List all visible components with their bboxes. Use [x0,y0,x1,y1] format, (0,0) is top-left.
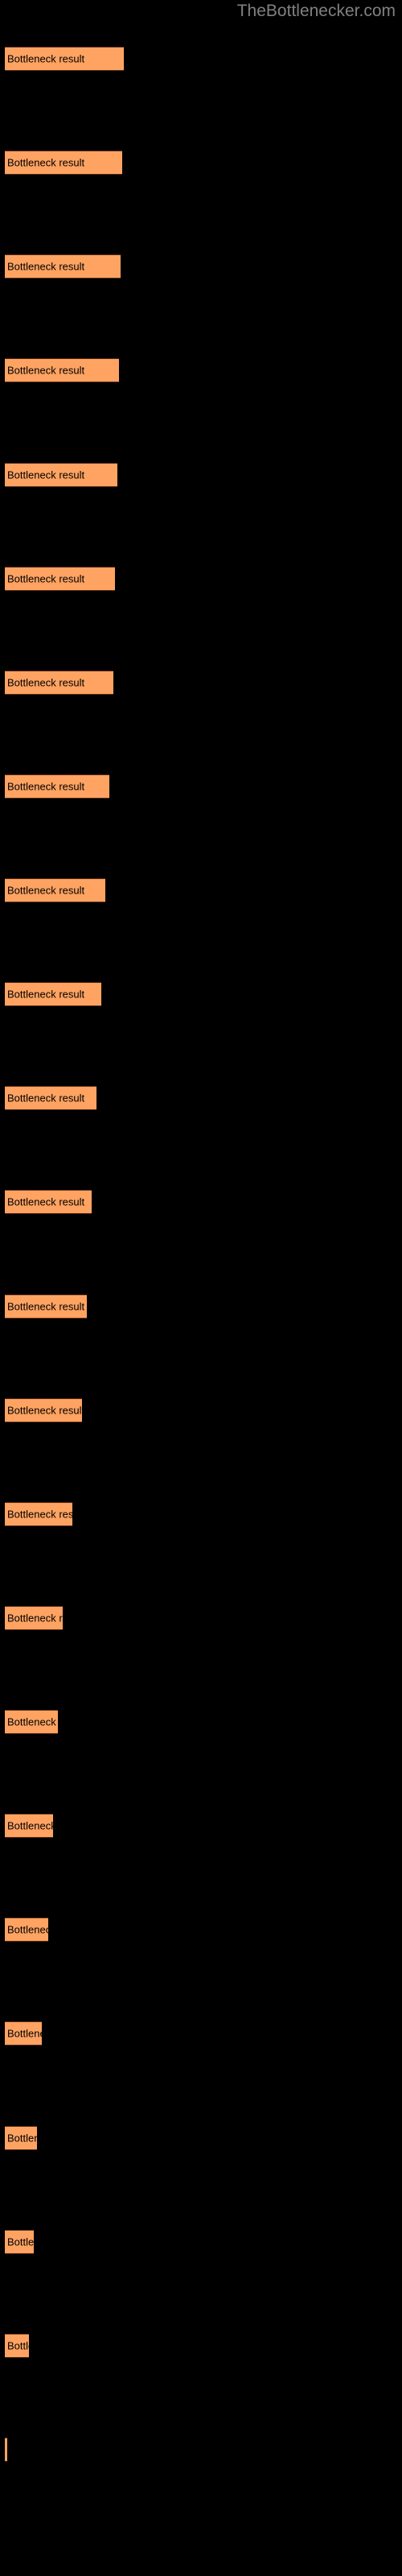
bar-row: Bottleneck result [0,463,402,487]
bar[interactable]: Bottleneck result [5,567,115,591]
bar-label: Bottleneck result [7,2132,37,2145]
bar-label: Bottleneck result [7,52,85,65]
bar-label: Bottleneck result [7,884,85,897]
bar-row: Bottleneck result [0,1086,402,1110]
bar-label: Bottleneck result [7,1300,85,1313]
bar[interactable]: Bottleneck result [5,47,124,71]
bar-label: Bottleneck result [7,988,85,1001]
bar-label: Bottleneck result [7,676,85,689]
bar-row: Bottleneck result [0,1294,402,1319]
bar[interactable]: Bottleneck result [5,878,105,902]
bar[interactable]: Bottleneck result [5,774,109,799]
bar-row: Bottleneck result [0,358,402,382]
bar-row: Bottleneck result [0,47,402,71]
bar[interactable]: Bottleneck result [5,1086,96,1110]
bar[interactable] [5,2438,7,2462]
bar[interactable]: Bottleneck result [5,151,122,175]
bar-label: Bottleneck result [7,572,85,585]
bar-row: Bottleneck result [0,1398,402,1422]
bar-label: Bottleneck result [7,1092,85,1104]
bar-label: Bottleneck result [7,2339,29,2352]
bar[interactable]: Bottleneck result [5,982,101,1006]
bar-label: Bottleneck result [7,2027,42,2040]
bar-label: Bottleneck result [7,364,85,377]
bar-label: Bottleneck result [7,1819,53,1832]
bar[interactable]: Bottleneck result [5,2021,42,2046]
bar-label: Bottleneck result [7,1923,48,1936]
bar-label: Bottleneck result [7,469,85,481]
bar-label: Bottleneck result [7,260,85,273]
bar-row: Bottleneck result [0,2230,402,2254]
bar-row: Bottleneck result [0,878,402,902]
bar-row: Bottleneck result [0,671,402,695]
bar-row: Bottleneck result [0,1190,402,1214]
bar-label: Bottleneck result [7,1612,63,1624]
bar-row: Bottleneck result [0,2021,402,2046]
bar[interactable]: Bottleneck result [5,1814,53,1838]
bar-label: Bottleneck result [7,1404,82,1417]
bar[interactable]: Bottleneck result [5,671,113,695]
bar[interactable]: Bottleneck result [5,1710,58,1734]
bar-label: Bottleneck result [7,2235,34,2248]
bar-row: Bottleneck result [0,1918,402,1942]
bar-label: Bottleneck result [7,1195,85,1208]
bar[interactable]: Bottleneck result [5,1294,87,1319]
bar[interactable]: Bottleneck result [5,1502,72,1526]
bar-label: Bottleneck result [7,1715,58,1728]
bottleneck-bar-chart: Bottleneck result Bottleneck result Bottle… [0,0,402,2576]
bar[interactable]: Bottleneck result [5,1398,82,1422]
bar-label: Bottleneck result [7,780,85,793]
bar-label: Bottleneck result [7,156,85,169]
bar-row: Bottleneck result [0,1502,402,1526]
bar[interactable]: Bottleneck result [5,2230,34,2254]
bar-row: Bottleneck result [0,1606,402,1630]
bar[interactable]: Bottleneck result [5,254,121,279]
bar-row: Bottleneck result [0,151,402,175]
bar[interactable]: Bottleneck result [5,1606,63,1630]
bar[interactable]: Bottleneck result [5,463,117,487]
bar-row: Bottleneck result [0,982,402,1006]
bar-row: Bottleneck result [0,254,402,279]
bar-row [0,2438,402,2462]
bar-row: Bottleneck result [0,2126,402,2150]
bar[interactable]: Bottleneck result [5,1918,48,1942]
bar[interactable]: Bottleneck result [5,2126,37,2150]
bar-label: Bottleneck result [7,1508,72,1521]
bar-row: Bottleneck result [0,567,402,591]
bar[interactable]: Bottleneck result [5,2334,29,2358]
bar[interactable]: Bottleneck result [5,358,119,382]
bar-row: Bottleneck result [0,774,402,799]
bar[interactable]: Bottleneck result [5,1190,92,1214]
bar-row: Bottleneck result [0,1814,402,1838]
bar-row: Bottleneck result [0,2334,402,2358]
bar-row: Bottleneck result [0,1710,402,1734]
